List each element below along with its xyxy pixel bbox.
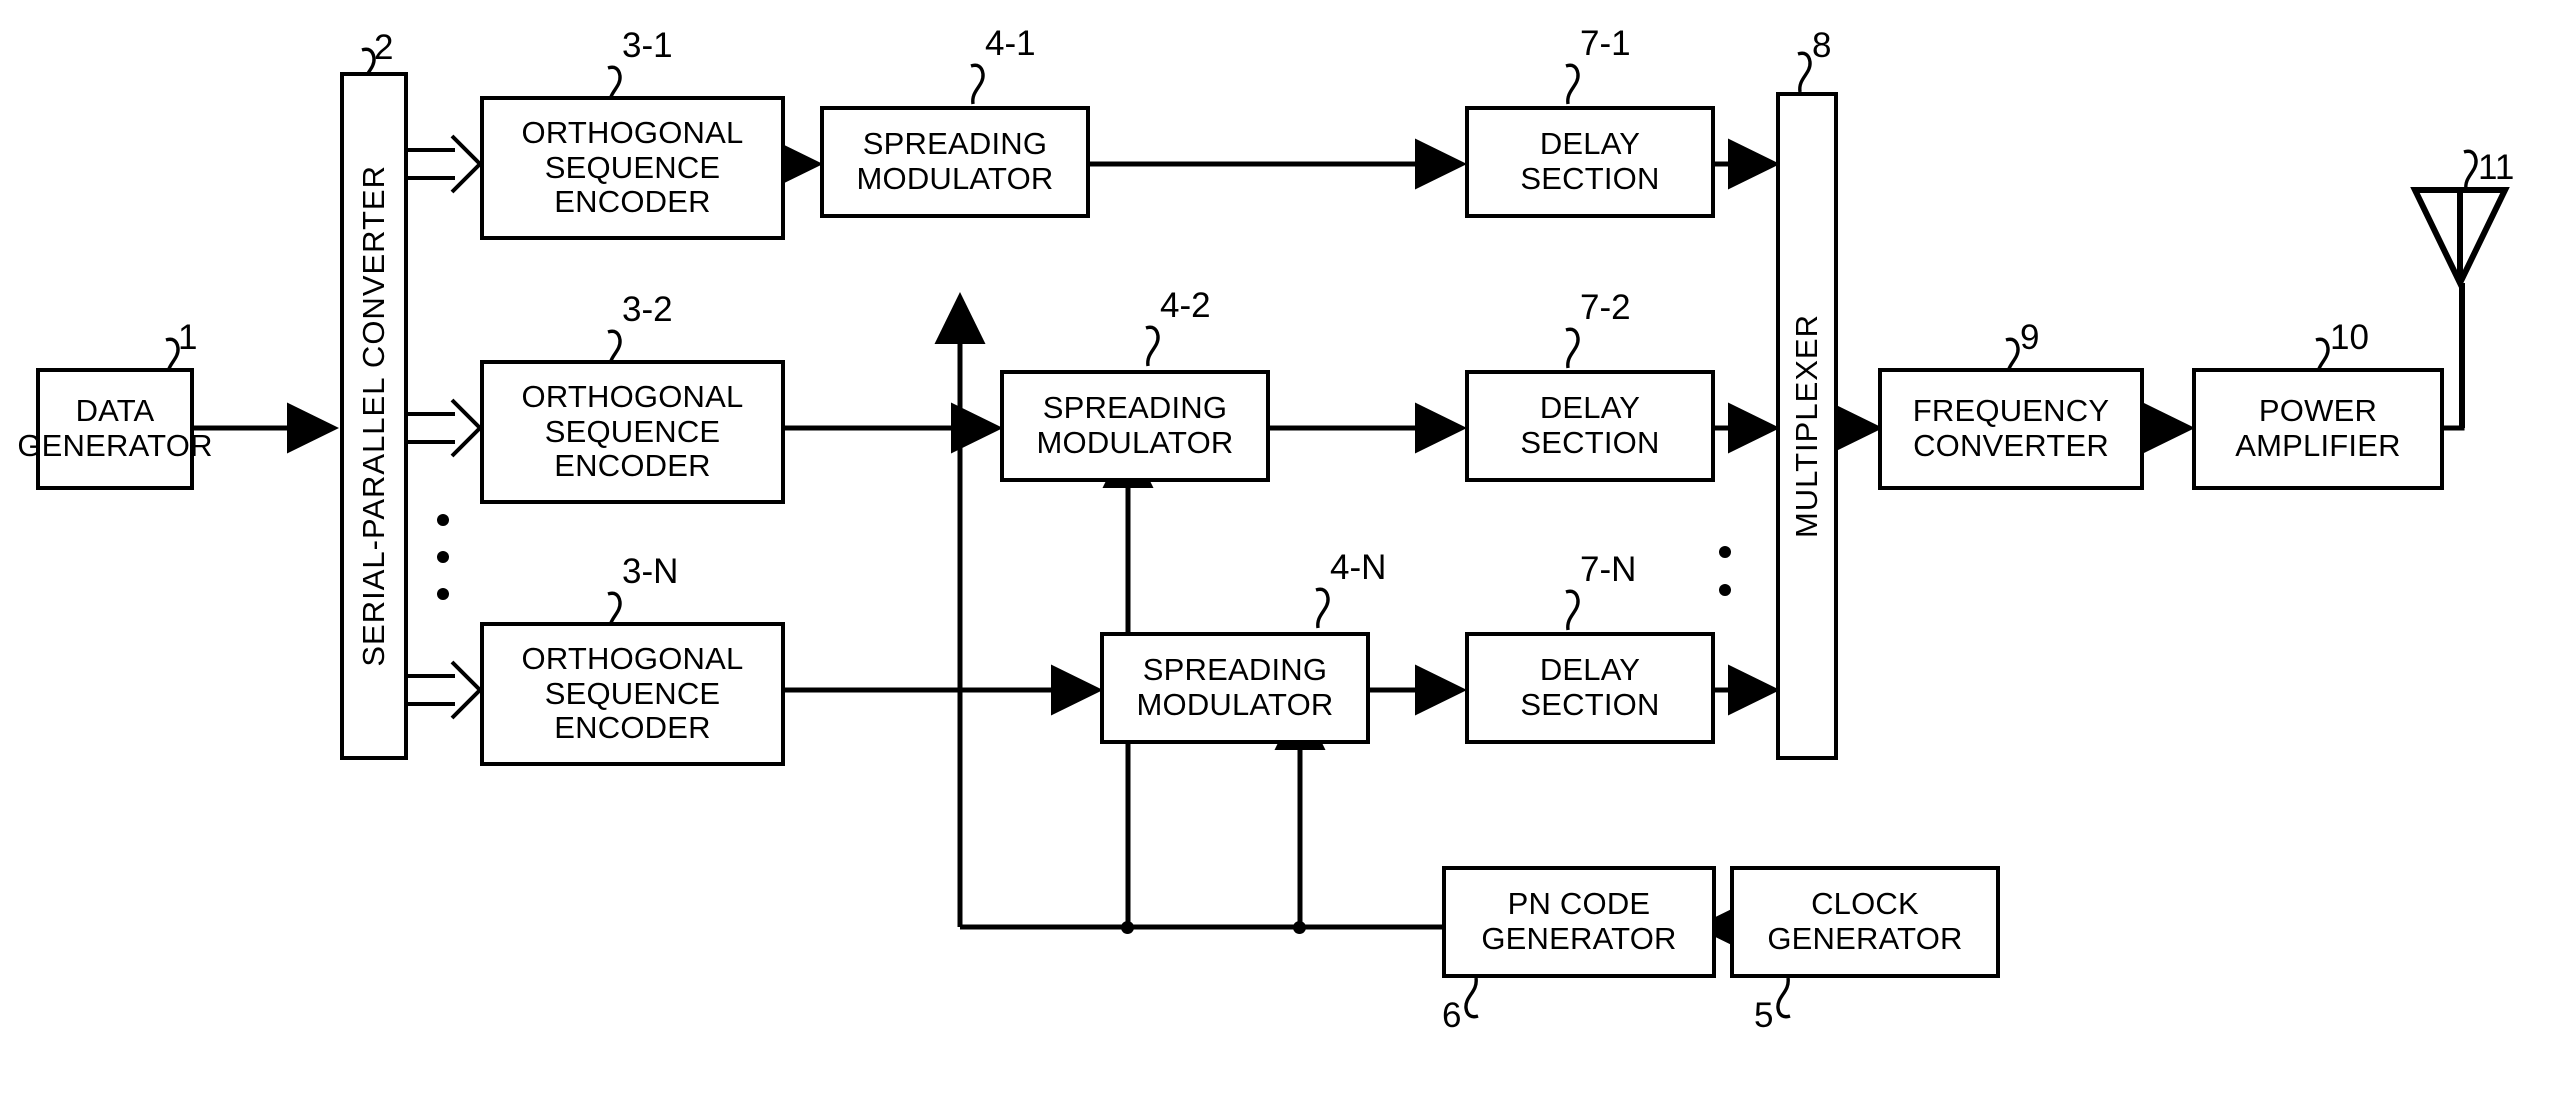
frequency-converter-block[interactable]: FREQUENCY CONVERTER: [1878, 368, 2144, 490]
ref-label-11: 11: [2478, 148, 2515, 187]
orthogonal-sequence-encoder-n-block[interactable]: ORTHOGONAL SEQUENCE ENCODER: [480, 622, 785, 766]
delay-section-n-block[interactable]: DELAY SECTION: [1465, 632, 1715, 744]
junction-dot-smn-branch: [1293, 921, 1306, 934]
multiplexer-block[interactable]: MULTIPLEXER: [1776, 92, 1838, 760]
bus-sp-to-ose1: [408, 148, 455, 180]
delay-section-2-block[interactable]: DELAY SECTION: [1465, 370, 1715, 482]
ref-label-4-1: 4-1: [985, 24, 1036, 63]
ref-label-6: 6: [1442, 996, 1462, 1035]
mux-input-ellipsis-dot: [1719, 584, 1731, 596]
clock-generator-block[interactable]: CLOCK GENERATOR: [1730, 866, 2000, 978]
spreading-modulator-n-block[interactable]: SPREADING MODULATOR: [1100, 632, 1370, 744]
frequency-converter-label: FREQUENCY CONVERTER: [1912, 393, 2110, 463]
junction-dot-sm2-branch: [1121, 921, 1134, 934]
ref-label-7-2: 7-2: [1580, 288, 1631, 327]
data-generator-label: DATA GENERATOR: [17, 393, 213, 463]
ref-label-4-n: 4-N: [1330, 548, 1387, 587]
data-generator-block[interactable]: DATA GENERATOR: [17, 368, 212, 490]
sp-output-ellipsis-dot: [437, 514, 449, 526]
spreading-modulator-n-label: SPREADING MODULATOR: [1136, 652, 1334, 722]
spreading-modulator-1-block[interactable]: SPREADING MODULATOR: [820, 106, 1090, 218]
orthogonal-sequence-encoder-2-block[interactable]: ORTHOGONAL SEQUENCE ENCODER: [480, 360, 785, 504]
ref-label-3-n: 3-N: [622, 552, 679, 591]
ose-1-label: ORTHOGONAL SEQUENCE ENCODER: [521, 114, 744, 220]
ref-label-4-2: 4-2: [1160, 286, 1211, 325]
power-amplifier-label: POWER AMPLIFIER: [2235, 393, 2401, 463]
delay-section-1-block[interactable]: DELAY SECTION: [1465, 106, 1715, 218]
serial-parallel-converter-block[interactable]: SERIAL-PARALLEL CONVERTER: [340, 72, 408, 760]
serial-parallel-converter-label: SERIAL-PARALLEL CONVERTER: [355, 165, 391, 667]
mux-input-ellipsis-dot: [1719, 546, 1731, 558]
ref-label-2: 2: [374, 28, 394, 67]
ref-label-1: 1: [178, 318, 198, 357]
clock-generator-label: CLOCK GENERATOR: [1767, 886, 1963, 956]
bus-sp-to-osen: [408, 674, 455, 706]
figure-canvas: DATA GENERATOR 1 SERIAL-PARALLEL CONVERT…: [0, 0, 2568, 1100]
pn-code-generator-block[interactable]: PN CODE GENERATOR: [1442, 866, 1716, 978]
sp-output-ellipsis-dot: [437, 551, 449, 563]
ref-label-5: 5: [1754, 996, 1774, 1035]
ref-label-3-2: 3-2: [622, 290, 673, 329]
delay-section-2-label: DELAY SECTION: [1520, 390, 1660, 460]
delay-section-1-label: DELAY SECTION: [1520, 126, 1660, 196]
power-amplifier-block[interactable]: POWER AMPLIFIER: [2192, 368, 2444, 490]
ref-label-10: 10: [2330, 318, 2369, 357]
ose-n-label: ORTHOGONAL SEQUENCE ENCODER: [521, 640, 744, 746]
orthogonal-sequence-encoder-1-block[interactable]: ORTHOGONAL SEQUENCE ENCODER: [480, 96, 785, 240]
spreading-modulator-1-label: SPREADING MODULATOR: [856, 126, 1054, 196]
pn-code-generator-label: PN CODE GENERATOR: [1481, 886, 1677, 956]
multiplexer-label: MULTIPLEXER: [1788, 313, 1824, 539]
sp-output-ellipsis-dot: [437, 588, 449, 600]
spreading-modulator-2-block[interactable]: SPREADING MODULATOR: [1000, 370, 1270, 482]
bus-sp-to-ose2: [408, 412, 455, 444]
delay-section-n-label: DELAY SECTION: [1520, 652, 1660, 722]
ref-label-3-1: 3-1: [622, 26, 673, 65]
spreading-modulator-2-label: SPREADING MODULATOR: [1036, 390, 1234, 460]
ref-label-7-1: 7-1: [1580, 24, 1631, 63]
ref-label-7-n: 7-N: [1580, 550, 1637, 589]
ref-label-8: 8: [1812, 26, 1832, 65]
ref-label-9: 9: [2020, 318, 2040, 357]
ose-2-label: ORTHOGONAL SEQUENCE ENCODER: [521, 378, 744, 484]
